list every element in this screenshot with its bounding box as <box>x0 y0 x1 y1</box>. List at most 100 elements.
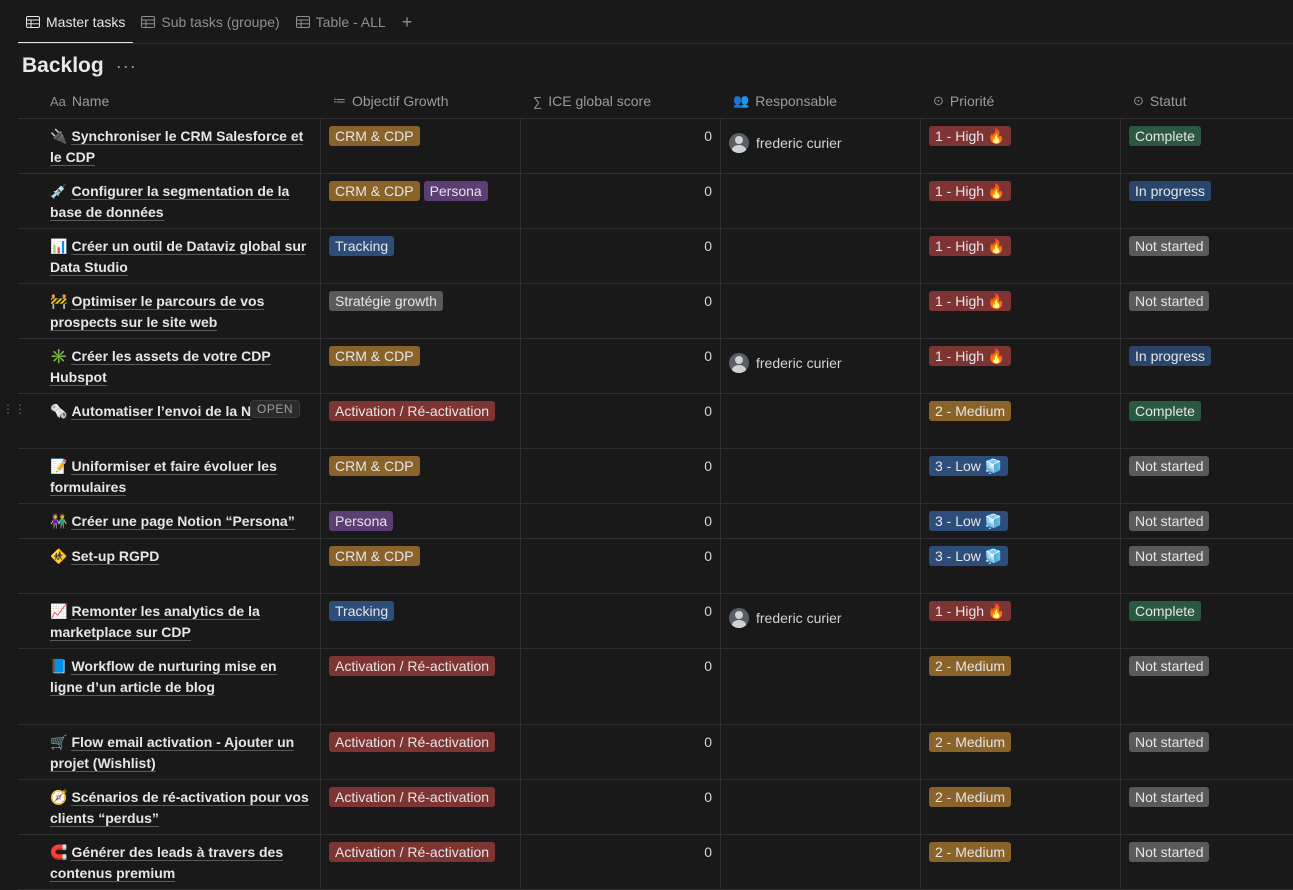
status-badge[interactable]: Complete <box>1129 401 1201 421</box>
task-title[interactable]: Remonter les analytics de la marketplace… <box>50 603 260 641</box>
status-badge[interactable]: Not started <box>1129 732 1210 752</box>
priority-badge[interactable]: 2 - Medium <box>929 401 1012 421</box>
objectif-cell[interactable]: Activation / Ré-activation <box>321 780 521 834</box>
more-options-icon[interactable]: ··· <box>116 56 137 77</box>
objectif-tag[interactable]: CRM & CDP <box>329 346 420 366</box>
responsable-cell[interactable]: frederic curier <box>721 119 921 173</box>
priority-badge[interactable]: 1 - High 🔥 <box>929 346 1012 366</box>
statut-cell[interactable]: Not started <box>1121 725 1293 779</box>
status-badge[interactable]: In progress <box>1129 181 1212 201</box>
column-header-name[interactable]: Aa Name <box>18 84 321 118</box>
objectif-tag[interactable]: Persona <box>329 511 394 531</box>
objectif-cell[interactable]: Stratégie growth <box>321 284 521 338</box>
objectif-cell[interactable]: CRM & CDP <box>321 449 521 503</box>
name-cell[interactable]: 🚧 Optimiser le parcours de vos prospects … <box>18 284 321 338</box>
name-cell[interactable]: 🗞️ Automatiser l’envoi de la N OPEN ⋮⋮ <box>2 394 321 448</box>
objectif-cell[interactable]: Activation / Ré-activation <box>321 394 521 448</box>
priority-badge[interactable]: 1 - High 🔥 <box>929 181 1012 201</box>
priority-badge[interactable]: 2 - Medium <box>929 732 1012 752</box>
objectif-cell[interactable]: Tracking <box>321 229 521 283</box>
task-title[interactable]: Automatiser l’envoi de la N <box>71 403 252 420</box>
task-title[interactable]: Workflow de nurturing mise en ligne d’un… <box>50 658 277 696</box>
statut-cell[interactable]: Not started <box>1121 539 1293 593</box>
objectif-cell[interactable]: Activation / Ré-activation <box>321 835 521 889</box>
statut-cell[interactable]: Not started <box>1121 229 1293 283</box>
objectif-tag[interactable]: CRM & CDP <box>329 181 420 201</box>
status-badge[interactable]: In progress <box>1129 346 1212 366</box>
table-row[interactable]: 📊 Créer un outil de Dataviz global sur Da… <box>18 229 1293 284</box>
task-name[interactable]: 📊 Créer un outil de Dataviz global sur Da… <box>50 236 312 278</box>
priority-badge[interactable]: 2 - Medium <box>929 656 1012 676</box>
task-title[interactable]: Générer des leads à travers des contenus… <box>50 844 284 882</box>
responsable-person[interactable]: frederic curier <box>729 600 912 628</box>
statut-cell[interactable]: Complete <box>1121 119 1293 173</box>
objectif-tag[interactable]: Stratégie growth <box>329 291 443 311</box>
priority-badge[interactable]: 1 - High 🔥 <box>929 126 1012 146</box>
priorite-cell[interactable]: 1 - High 🔥 <box>921 119 1121 173</box>
status-badge[interactable]: Not started <box>1129 787 1210 807</box>
responsable-cell[interactable]: frederic curier <box>721 339 921 393</box>
task-title[interactable]: Synchroniser le CRM Salesforce et le CDP <box>50 128 304 166</box>
task-title[interactable]: Flow email activation - Ajouter un proje… <box>50 734 295 772</box>
objectif-cell[interactable]: CRM & CDP <box>321 339 521 393</box>
status-badge[interactable]: Not started <box>1129 656 1210 676</box>
task-name[interactable]: 📈 Remonter les analytics de la marketplac… <box>50 601 312 643</box>
responsable-cell[interactable] <box>721 174 921 228</box>
tab-master-tasks[interactable]: Master tasks <box>18 0 134 44</box>
responsable-cell[interactable] <box>721 394 921 448</box>
priorite-cell[interactable]: 3 - Low 🧊 <box>921 539 1121 593</box>
table-row[interactable]: 📈 Remonter les analytics de la marketplac… <box>18 594 1293 649</box>
responsable-person[interactable]: frederic curier <box>729 125 912 153</box>
task-name[interactable]: 🚸 Set-up RGPD <box>50 546 312 567</box>
table-row[interactable]: 📘 Workflow de nurturing mise en ligne d’u… <box>18 649 1293 725</box>
responsable-cell[interactable] <box>721 539 921 593</box>
priorite-cell[interactable]: 3 - Low 🧊 <box>921 449 1121 503</box>
table-row[interactable]: ✳️ Créer les assets de votre CDP Hubspot … <box>18 339 1293 394</box>
task-name[interactable]: 📘 Workflow de nurturing mise en ligne d’u… <box>50 656 312 698</box>
priorite-cell[interactable]: 3 - Low 🧊 <box>921 504 1121 538</box>
task-title[interactable]: Créer un outil de Dataviz global sur Dat… <box>50 238 307 276</box>
status-badge[interactable]: Not started <box>1129 291 1210 311</box>
objectif-tag[interactable]: Tracking <box>329 236 395 256</box>
objectif-tag[interactable]: Persona <box>423 181 488 201</box>
priorite-cell[interactable]: 2 - Medium <box>921 835 1121 889</box>
priorite-cell[interactable]: 1 - High 🔥 <box>921 339 1121 393</box>
table-row[interactable]: 📝 Uniformiser et faire évoluer les formul… <box>18 449 1293 504</box>
objectif-cell[interactable]: CRM & CDP <box>321 539 521 593</box>
task-name[interactable]: 📝 Uniformiser et faire évoluer les formul… <box>50 456 312 498</box>
responsable-cell[interactable] <box>721 649 921 724</box>
table-row[interactable]: 🧲 Générer des leads à travers des contenu… <box>18 835 1293 890</box>
status-badge[interactable]: Not started <box>1129 511 1210 531</box>
task-name[interactable]: ✳️ Créer les assets de votre CDP Hubspot <box>50 346 312 388</box>
responsable-cell[interactable] <box>721 284 921 338</box>
objectif-tag[interactable]: CRM & CDP <box>329 546 420 566</box>
priorite-cell[interactable]: 1 - High 🔥 <box>921 174 1121 228</box>
name-cell[interactable]: 🛒 Flow email activation - Ajouter un proj… <box>18 725 321 779</box>
task-title[interactable]: Créer une page Notion “Persona” <box>71 513 295 530</box>
status-badge[interactable]: Not started <box>1129 456 1210 476</box>
status-badge[interactable]: Not started <box>1129 236 1210 256</box>
task-title[interactable]: Scénarios de ré-activation pour vos clie… <box>50 789 309 827</box>
name-cell[interactable]: 🚸 Set-up RGPD <box>18 539 321 593</box>
table-row[interactable]: 🚸 Set-up RGPD CRM & CDP 0 3 - Low 🧊 Not s… <box>18 539 1293 594</box>
responsable-person[interactable]: frederic curier <box>729 345 912 373</box>
name-cell[interactable]: 🔌 Synchroniser le CRM Salesforce et le CD… <box>18 119 321 173</box>
priorite-cell[interactable]: 1 - High 🔥 <box>921 594 1121 648</box>
task-name[interactable]: 🧭 Scénarios de ré-activation pour vos cli… <box>50 787 312 829</box>
responsable-cell[interactable] <box>721 504 921 538</box>
priorite-cell[interactable]: 2 - Medium <box>921 394 1121 448</box>
responsable-cell[interactable] <box>721 835 921 889</box>
column-header-objectif[interactable]: ≔ Objectif Growth <box>321 84 521 118</box>
statut-cell[interactable]: Not started <box>1121 284 1293 338</box>
task-name[interactable]: 🚧 Optimiser le parcours de vos prospects … <box>50 291 312 333</box>
task-title[interactable]: Configurer la segmentation de la base de… <box>50 183 290 221</box>
open-page-button[interactable]: OPEN <box>250 400 301 418</box>
task-name[interactable]: 👫 Créer une page Notion “Persona” <box>50 511 312 532</box>
responsable-cell[interactable]: frederic curier <box>721 594 921 648</box>
objectif-tag[interactable]: Activation / Ré-activation <box>329 401 496 421</box>
column-header-ice[interactable]: ∑ ICE global score <box>521 84 721 118</box>
priority-badge[interactable]: 3 - Low 🧊 <box>929 511 1009 531</box>
task-title[interactable]: Optimiser le parcours de vos prospects s… <box>50 293 265 331</box>
priority-badge[interactable]: 3 - Low 🧊 <box>929 456 1009 476</box>
status-badge[interactable]: Not started <box>1129 546 1210 566</box>
